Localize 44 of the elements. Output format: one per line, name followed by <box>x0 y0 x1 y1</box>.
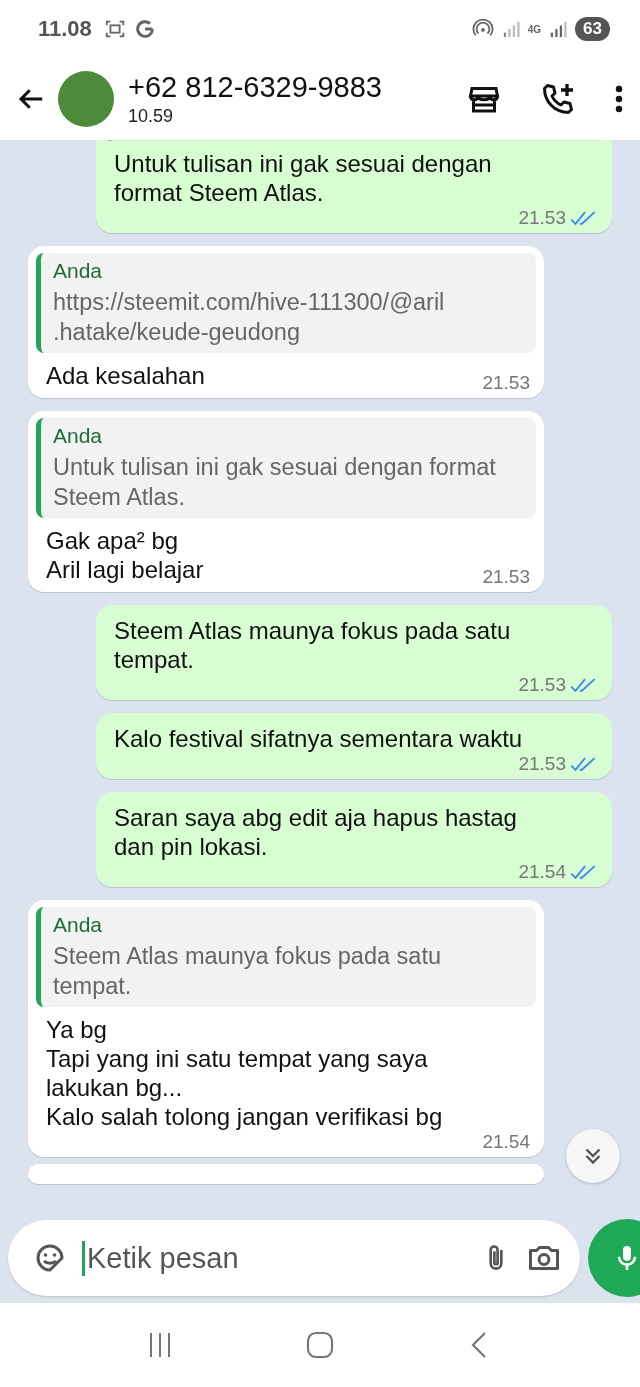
message-time: 21.54 <box>518 861 566 883</box>
home-icon[interactable] <box>305 1330 335 1360</box>
message-bubble[interactable]: Anda Steem Atlas maunya fokus pada satu tempat. Ya bg Tapi yang ini satu tempat yang saya lakukan bg... Kalo salah tolong jangan verifikasi bg 21.54 <box>28 900 544 1157</box>
clock-time: 11.08 <box>38 16 92 42</box>
quote-author: Anda <box>53 259 104 283</box>
message-input-field[interactable]: Ketik pesan <box>8 1220 580 1296</box>
message-time: 21.54 <box>482 1131 530 1153</box>
message-text: Saran saya abg edit aja hapus hastag dan pin lokasi. <box>114 803 518 861</box>
quoted-message[interactable]: Anda https://steemit.com/hive-111300/@aril .hatake/keude-geudong <box>36 253 536 353</box>
message-bubble[interactable]: Anda https://steemit.com/hive-111300/@aril .hatake/keude-geudong Ada kesalahan 21.53 <box>28 246 544 398</box>
message-bubble[interactable]: Untuk tulisan ini gak sesuai dengan format Steem Atlas. 21.53 <box>96 140 612 233</box>
message-bubble[interactable]: Saran saya abg edit aja hapus hastag dan pin lokasi. 21.54 <box>96 792 612 887</box>
message-text: Gak apa² bg Aril lagi belajar <box>46 526 204 584</box>
message-time: 21.53 <box>482 566 530 588</box>
quote-text: https://steemit.com/hive-111300/@aril .hatake/keude-geudong <box>53 288 446 347</box>
quote-text: Steem Atlas maunya fokus pada satu tempat. <box>53 942 442 1001</box>
quote-author: Anda <box>53 424 104 448</box>
message-time: 21.53 <box>518 753 566 775</box>
message-text: Kalo festival sifatnya sementara waktu <box>114 724 523 753</box>
contact-name[interactable]: +62 812-6329-9883 <box>128 71 454 104</box>
message-text: Untuk tulisan ini gak sesuai dengan format Steem Atlas. <box>114 149 493 207</box>
message-text: Steem Atlas maunya fokus pada satu tempat. <box>114 616 512 674</box>
quoted-message[interactable]: Anda Steem Atlas maunya fokus pada satu tempat. <box>36 907 536 1007</box>
message-time: 21.53 <box>482 372 530 394</box>
quote-author: Anda <box>53 913 104 937</box>
message-input[interactable]: Ketik pesan <box>82 1240 466 1276</box>
message-bubble[interactable]: Steem Atlas maunya fokus pada satu tempat. 21.53 <box>96 605 612 700</box>
message-bubble[interactable]: Anda Untuk tulisan ini gak sesuai dengan format Steem Atlas. Gak apa² bg Aril lagi belajar 21.53 <box>28 411 544 592</box>
message-text: Ada kesalahan <box>46 361 205 390</box>
quote-text: Untuk tulisan ini gak sesuai dengan format Steem Atlas. <box>53 453 497 512</box>
signal-icon <box>549 19 568 39</box>
scroll-down-button[interactable] <box>566 1129 620 1183</box>
message-text: Ya bg Tapi yang ini satu tempat yang saya lakukan bg... Kalo salah tolong jangan verifikasi bg <box>46 1015 444 1131</box>
last-seen-time: 10.59 <box>128 106 175 127</box>
network-type: 4G <box>527 23 542 35</box>
message-bubble[interactable]: Kalo festival sifatnya sementara waktu 21.53 <box>96 713 612 779</box>
quoted-message[interactable]: Anda Untuk tulisan ini gak sesuai dengan format Steem Atlas. <box>36 418 536 518</box>
g-logo-icon <box>133 18 156 40</box>
message-time: 21.53 <box>518 674 566 696</box>
avatar-photo-placeholder[interactable] <box>58 71 114 127</box>
screenshot-icon <box>103 18 126 40</box>
battery-level: 63 <box>575 17 610 41</box>
message-time: 21.53 <box>518 207 566 229</box>
signal-icon <box>501 19 520 39</box>
